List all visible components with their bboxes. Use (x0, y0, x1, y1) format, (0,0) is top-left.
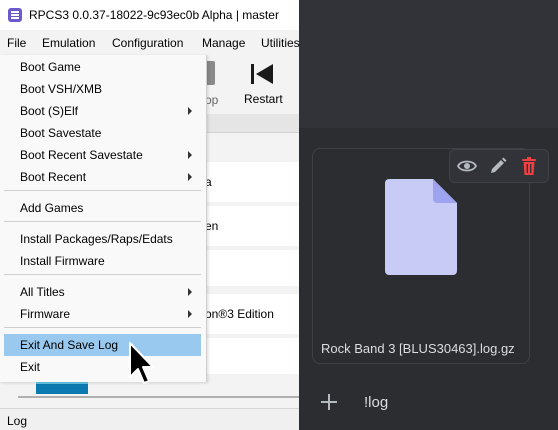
game-list-row[interactable]: on®3 Edition (205, 294, 299, 334)
menu-item-add-games[interactable]: Add Games (4, 197, 201, 219)
window-title: RPCS3 0.0.37-18022-9c93ec0b Alpha | mast… (29, 8, 279, 22)
game-list-header (205, 114, 299, 133)
menu-manage[interactable]: Manage (202, 36, 245, 50)
menu-item-label: Install Packages/Raps/Edats (20, 232, 173, 246)
delete-icon[interactable] (519, 156, 539, 176)
menu-emulation[interactable]: Emulation (42, 36, 95, 50)
status-log-label: Log (7, 414, 28, 428)
game-list-row[interactable]: a (205, 162, 299, 202)
message-input-text[interactable]: !log (364, 394, 388, 411)
menu-file[interactable]: File (7, 36, 26, 50)
menu-item-all-titles[interactable]: All Titles (4, 281, 201, 303)
menu-item-label: Boot Recent (20, 170, 87, 184)
chevron-right-icon (188, 173, 192, 181)
menu-separator (4, 190, 201, 191)
game-title-cell: on®3 Edition (205, 307, 274, 321)
chevron-right-icon (188, 310, 192, 318)
stop-label: op (205, 93, 219, 107)
attachment-actions (449, 149, 549, 183)
title-bar: RPCS3 0.0.37-18022-9c93ec0b Alpha | mast… (0, 0, 299, 30)
menu-item-install-firmware[interactable]: Install Firmware (4, 250, 201, 272)
menu-item-boot-vsh-xmb[interactable]: Boot VSH/XMB (4, 78, 201, 100)
rpcs3-window: RPCS3 0.0.37-18022-9c93ec0b Alpha | mast… (0, 0, 299, 430)
file-menu-dropdown: Boot Game Boot VSH/XMB Boot (S)Elf Boot … (0, 55, 207, 382)
edit-icon[interactable] (488, 156, 508, 176)
mouse-cursor-icon (129, 342, 154, 384)
menu-separator (4, 274, 201, 275)
game-title-cell: en (205, 219, 219, 233)
game-list-row[interactable] (205, 338, 299, 374)
chevron-right-icon (188, 288, 192, 296)
menu-separator (4, 221, 201, 222)
status-bar: Log (0, 408, 299, 430)
menu-item-label: Boot Game (20, 60, 81, 74)
restart-label: Restart (244, 92, 283, 106)
menu-item-label: Exit (20, 360, 41, 374)
menu-configuration[interactable]: Configuration (112, 36, 183, 50)
rpcs3-app-icon (8, 8, 22, 22)
chat-panel: Rock Band 3 [BLUS30463].log.gz !log (299, 0, 558, 430)
menu-separator (4, 327, 201, 328)
game-list-row[interactable]: en (205, 206, 299, 246)
menu-item-label: Boot Savestate (20, 126, 102, 140)
attachment-filename: Rock Band 3 [BLUS30463].log.gz (321, 341, 515, 356)
menu-item-label: All Titles (20, 285, 65, 299)
horizontal-scrollbar[interactable] (18, 396, 299, 398)
game-thumbnail (36, 382, 88, 394)
chevron-right-icon (188, 151, 192, 159)
menu-utilities[interactable]: Utilities (261, 36, 299, 50)
menu-item-exit[interactable]: Exit (4, 356, 201, 378)
attachment-card[interactable]: Rock Band 3 [BLUS30463].log.gz (312, 148, 549, 364)
menu-item-label: Exit And Save Log (20, 338, 119, 352)
game-list-row[interactable] (205, 250, 299, 286)
toolbar: op Restart (205, 55, 299, 115)
chat-panel-header-area (299, 0, 558, 128)
menu-item-label: Firmware (20, 307, 70, 321)
menu-item-boot-self[interactable]: Boot (S)Elf (4, 100, 201, 122)
menu-item-exit-and-save-log[interactable]: Exit And Save Log (4, 334, 201, 356)
menu-item-label: Boot Recent Savestate (20, 148, 143, 162)
menu-item-label: Boot (S)Elf (20, 104, 79, 118)
menu-item-install-packages[interactable]: Install Packages/Raps/Edats (4, 228, 201, 250)
menu-bar: File Emulation Configuration Manage Util… (0, 32, 299, 54)
document-icon (385, 179, 457, 275)
menu-item-boot-recent-savestate[interactable]: Boot Recent Savestate (4, 144, 201, 166)
chevron-right-icon (188, 107, 192, 115)
menu-item-firmware[interactable]: Firmware (4, 303, 201, 325)
menu-item-label: Install Firmware (20, 254, 105, 268)
menu-item-boot-game[interactable]: Boot Game (4, 56, 201, 78)
menu-item-boot-savestate[interactable]: Boot Savestate (4, 122, 201, 144)
menu-item-boot-recent[interactable]: Boot Recent (4, 166, 201, 188)
menu-item-label: Add Games (20, 201, 84, 215)
restart-icon (251, 64, 273, 84)
view-icon[interactable] (457, 156, 477, 176)
menu-item-label: Boot VSH/XMB (20, 82, 103, 96)
add-icon[interactable] (319, 392, 339, 412)
